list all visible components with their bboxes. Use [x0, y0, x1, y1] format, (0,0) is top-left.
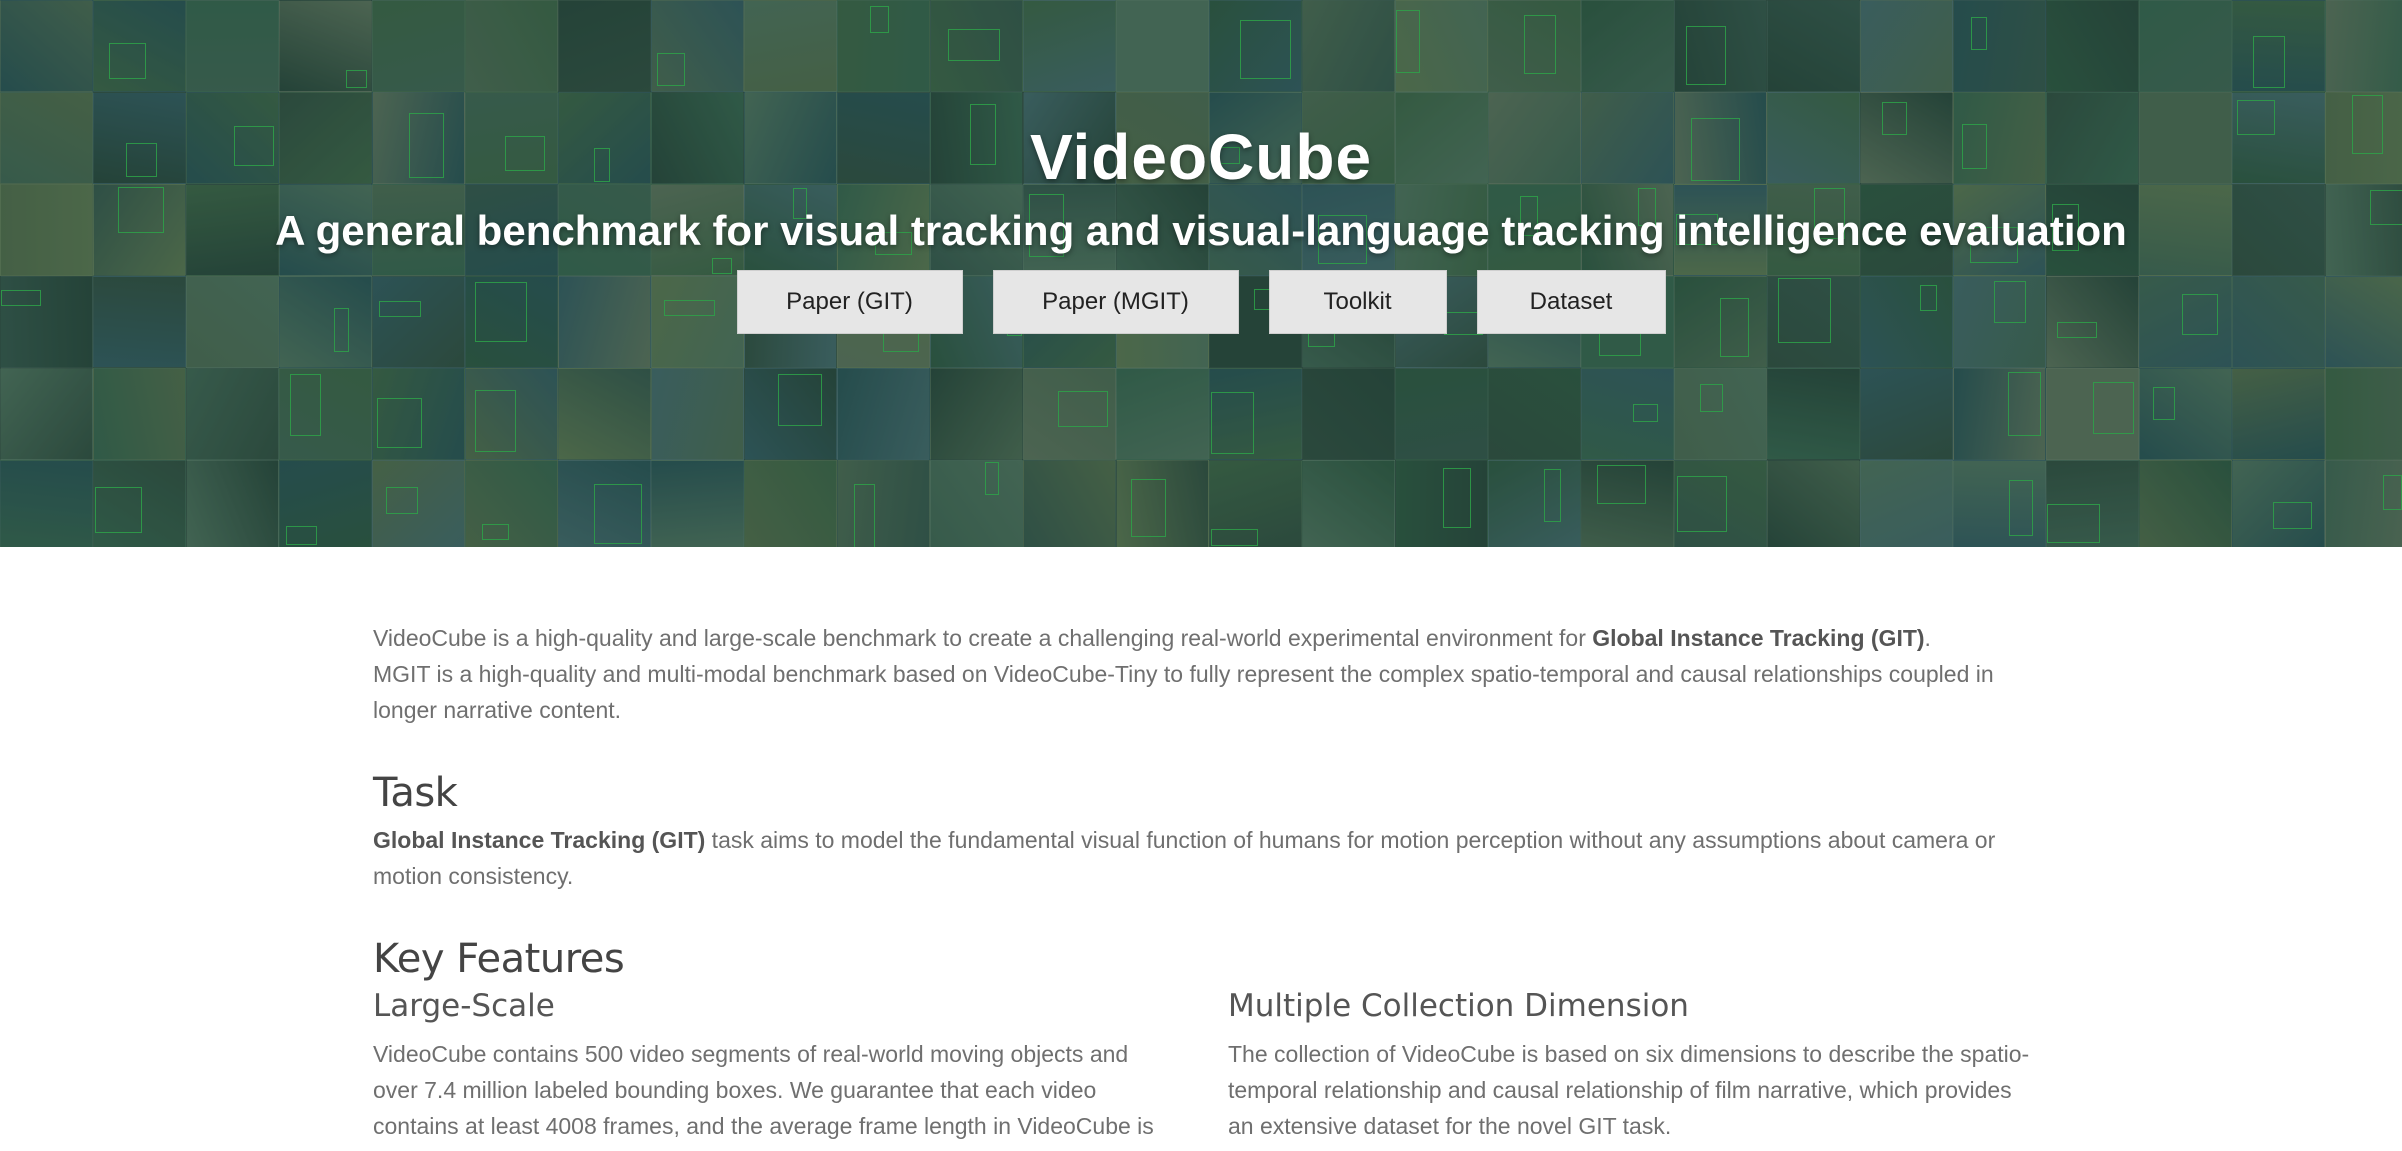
- task-git-term: Global Instance Tracking (GIT): [373, 827, 706, 853]
- intro-section: VideoCube is a high-quality and large-sc…: [373, 620, 2033, 728]
- hero-banner: VideoCube A general benchmark for visual…: [0, 0, 2402, 547]
- feature-large-scale: Large-Scale VideoCube contains 500 video…: [373, 988, 1178, 1144]
- feature-title: Multiple Collection Dimension: [1228, 988, 1689, 1024]
- dataset-button[interactable]: Dataset: [1476, 270, 1666, 334]
- hero-subtitle: A general benchmark for visual tracking …: [275, 207, 2127, 254]
- task-section: Task Global Instance Tracking (GIT) task…: [373, 770, 2033, 894]
- toolkit-button[interactable]: Toolkit: [1268, 270, 1447, 334]
- hero-title: VideoCube: [1029, 121, 1373, 193]
- intro-git-term: Global Instance Tracking (GIT): [1592, 625, 1925, 651]
- hero-content: VideoCube A general benchmark for visual…: [0, 0, 2402, 547]
- feature-title: Large-Scale: [373, 988, 555, 1024]
- feature-multiple-collection-dimension: Multiple Collection Dimension The collec…: [1228, 988, 2033, 1144]
- features-columns: Large-Scale VideoCube contains 500 video…: [373, 988, 2033, 1144]
- key-features-heading: Key Features: [373, 936, 625, 982]
- main-content: VideoCube is a high-quality and large-sc…: [373, 620, 2033, 1144]
- task-heading: Task: [373, 770, 458, 816]
- paper-git-button[interactable]: Paper (GIT): [736, 270, 963, 334]
- paper-mgit-button[interactable]: Paper (MGIT): [992, 270, 1239, 334]
- feature-text: The collection of VideoCube is based on …: [1228, 1041, 2030, 1139]
- hero-button-group: Paper (GIT) Paper (MGIT) Toolkit Dataset: [0, 270, 2402, 334]
- key-features-section: Key Features Large-Scale VideoCube conta…: [373, 936, 2033, 1144]
- task-description: Global Instance Tracking (GIT) task aims…: [373, 822, 2033, 894]
- intro-period: .: [1924, 625, 1931, 651]
- feature-text: VideoCube contains 500 video segments of…: [373, 1041, 1154, 1139]
- intro-paragraph-1: VideoCube is a high-quality and large-sc…: [373, 620, 2033, 656]
- intro-paragraph-2: MGIT is a high-quality and multi-modal b…: [373, 661, 1994, 723]
- intro-text: VideoCube is a high-quality and large-sc…: [373, 625, 1593, 651]
